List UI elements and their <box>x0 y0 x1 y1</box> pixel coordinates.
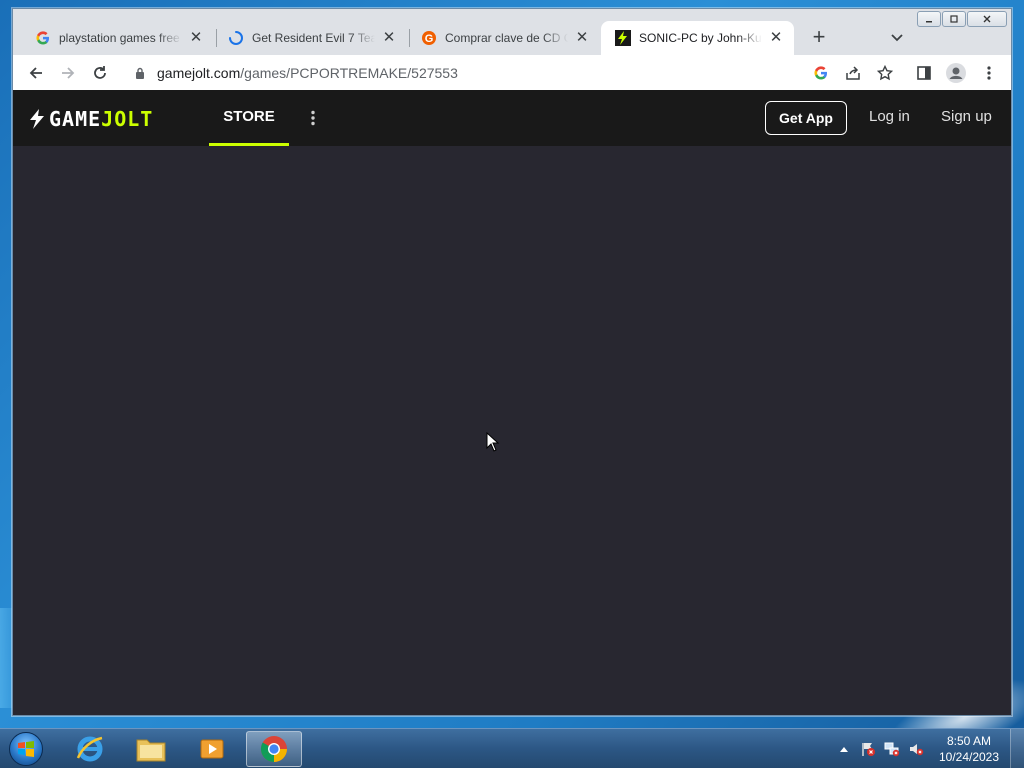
clock-time: 8:50 AM <box>946 734 992 748</box>
site-navbar: GAMEJOLT STORE Get App Log in Sign up <box>13 90 1011 146</box>
restore-button[interactable] <box>942 11 966 27</box>
start-button[interactable] <box>6 730 46 768</box>
share-icon[interactable] <box>840 60 866 86</box>
tab-playstation[interactable]: playstation games free d ✕ <box>21 21 214 55</box>
logo-wordmark: GAMEJOLT <box>49 109 153 129</box>
tab-resident-evil[interactable]: Get Resident Evil 7 Tease ✕ <box>214 21 407 55</box>
show-desktop-button[interactable] <box>1010 729 1024 768</box>
page-viewport: GAMEJOLT STORE Get App Log in Sign up <box>13 90 1011 715</box>
system-tray: 8:50 AM 10/24/2023 <box>832 729 1024 768</box>
chrome-icon[interactable] <box>246 731 302 767</box>
close-icon[interactable]: ✕ <box>768 30 784 46</box>
google-icon <box>35 30 51 46</box>
windows-logo-icon <box>9 732 43 766</box>
media-player-icon[interactable] <box>184 731 240 767</box>
tab-sonic-pc[interactable]: SONIC-PC by John-Kun ✕ <box>601 21 794 55</box>
taskbar-clock[interactable]: 8:50 AM 10/24/2023 <box>934 733 1004 765</box>
close-icon[interactable]: ✕ <box>574 30 590 46</box>
browser-toolbar: gamejolt.com/games/PCPORTREMAKE/527553 <box>13 55 1011 90</box>
network-icon[interactable] <box>883 740 901 758</box>
gamejolt-icon <box>615 30 631 46</box>
bookmark-star-icon[interactable] <box>872 60 898 86</box>
url-text: gamejolt.com/games/PCPORTREMAKE/527553 <box>157 65 458 81</box>
tab-search-chevron-icon[interactable] <box>885 26 909 50</box>
taskbar: 8:50 AM 10/24/2023 <box>0 728 1024 768</box>
logo-text-game: GAME <box>49 107 102 131</box>
login-link[interactable]: Log in <box>869 108 910 125</box>
lock-icon[interactable] <box>133 66 147 80</box>
nav-store-tab[interactable]: STORE <box>209 90 289 146</box>
more-menu-icon[interactable] <box>301 106 325 130</box>
profile-avatar-icon[interactable] <box>943 60 969 86</box>
show-hidden-icons-arrow-icon[interactable] <box>835 740 853 758</box>
tab-g2a[interactable]: G Comprar clave de CD G2A ✕ <box>407 21 600 55</box>
side-panel-icon[interactable] <box>911 60 937 86</box>
get-app-button[interactable]: Get App <box>765 101 847 135</box>
minimize-button[interactable] <box>917 11 941 27</box>
tab-title: Get Resident Evil 7 Tease <box>252 31 375 45</box>
google-translate-icon[interactable] <box>808 60 834 86</box>
back-arrow-icon[interactable] <box>23 60 49 86</box>
url-host: gamejolt.com <box>157 65 241 81</box>
reload-icon[interactable] <box>87 60 113 86</box>
loading-spinner-icon <box>228 30 244 46</box>
logo-text-jolt: JOLT <box>101 107 154 131</box>
browser-window: playstation games free d ✕ Get Resident … <box>12 8 1012 716</box>
tab-title: playstation games free d <box>59 31 182 45</box>
signup-link[interactable]: Sign up <box>941 108 992 125</box>
action-center-flag-icon[interactable] <box>859 740 877 758</box>
tab-strip: playstation games free d ✕ Get Resident … <box>13 9 1011 55</box>
close-icon[interactable]: ✕ <box>188 30 204 46</box>
svg-text:G: G <box>425 33 434 45</box>
g2a-icon: G <box>421 30 437 46</box>
tab-title: Comprar clave de CD G2A <box>445 31 568 45</box>
clock-date: 10/24/2023 <box>938 750 1000 764</box>
close-icon[interactable]: ✕ <box>381 30 397 46</box>
kebab-menu-icon[interactable] <box>976 60 1002 86</box>
internet-explorer-icon[interactable] <box>62 731 118 767</box>
lightning-bolt-icon <box>30 109 44 129</box>
forward-arrow-icon[interactable] <box>55 60 81 86</box>
tab-title: SONIC-PC by John-Kun <box>639 31 762 45</box>
volume-muted-icon[interactable] <box>907 740 925 758</box>
close-window-button[interactable] <box>967 11 1007 27</box>
new-tab-button[interactable]: + <box>807 26 831 50</box>
url-path: /games/PCPORTREMAKE/527553 <box>240 65 458 81</box>
file-explorer-icon[interactable] <box>123 731 179 767</box>
address-bar[interactable]: gamejolt.com/games/PCPORTREMAKE/527553 <box>121 58 903 88</box>
gamejolt-logo[interactable]: GAMEJOLT <box>29 108 153 130</box>
mouse-cursor-icon <box>486 432 500 452</box>
